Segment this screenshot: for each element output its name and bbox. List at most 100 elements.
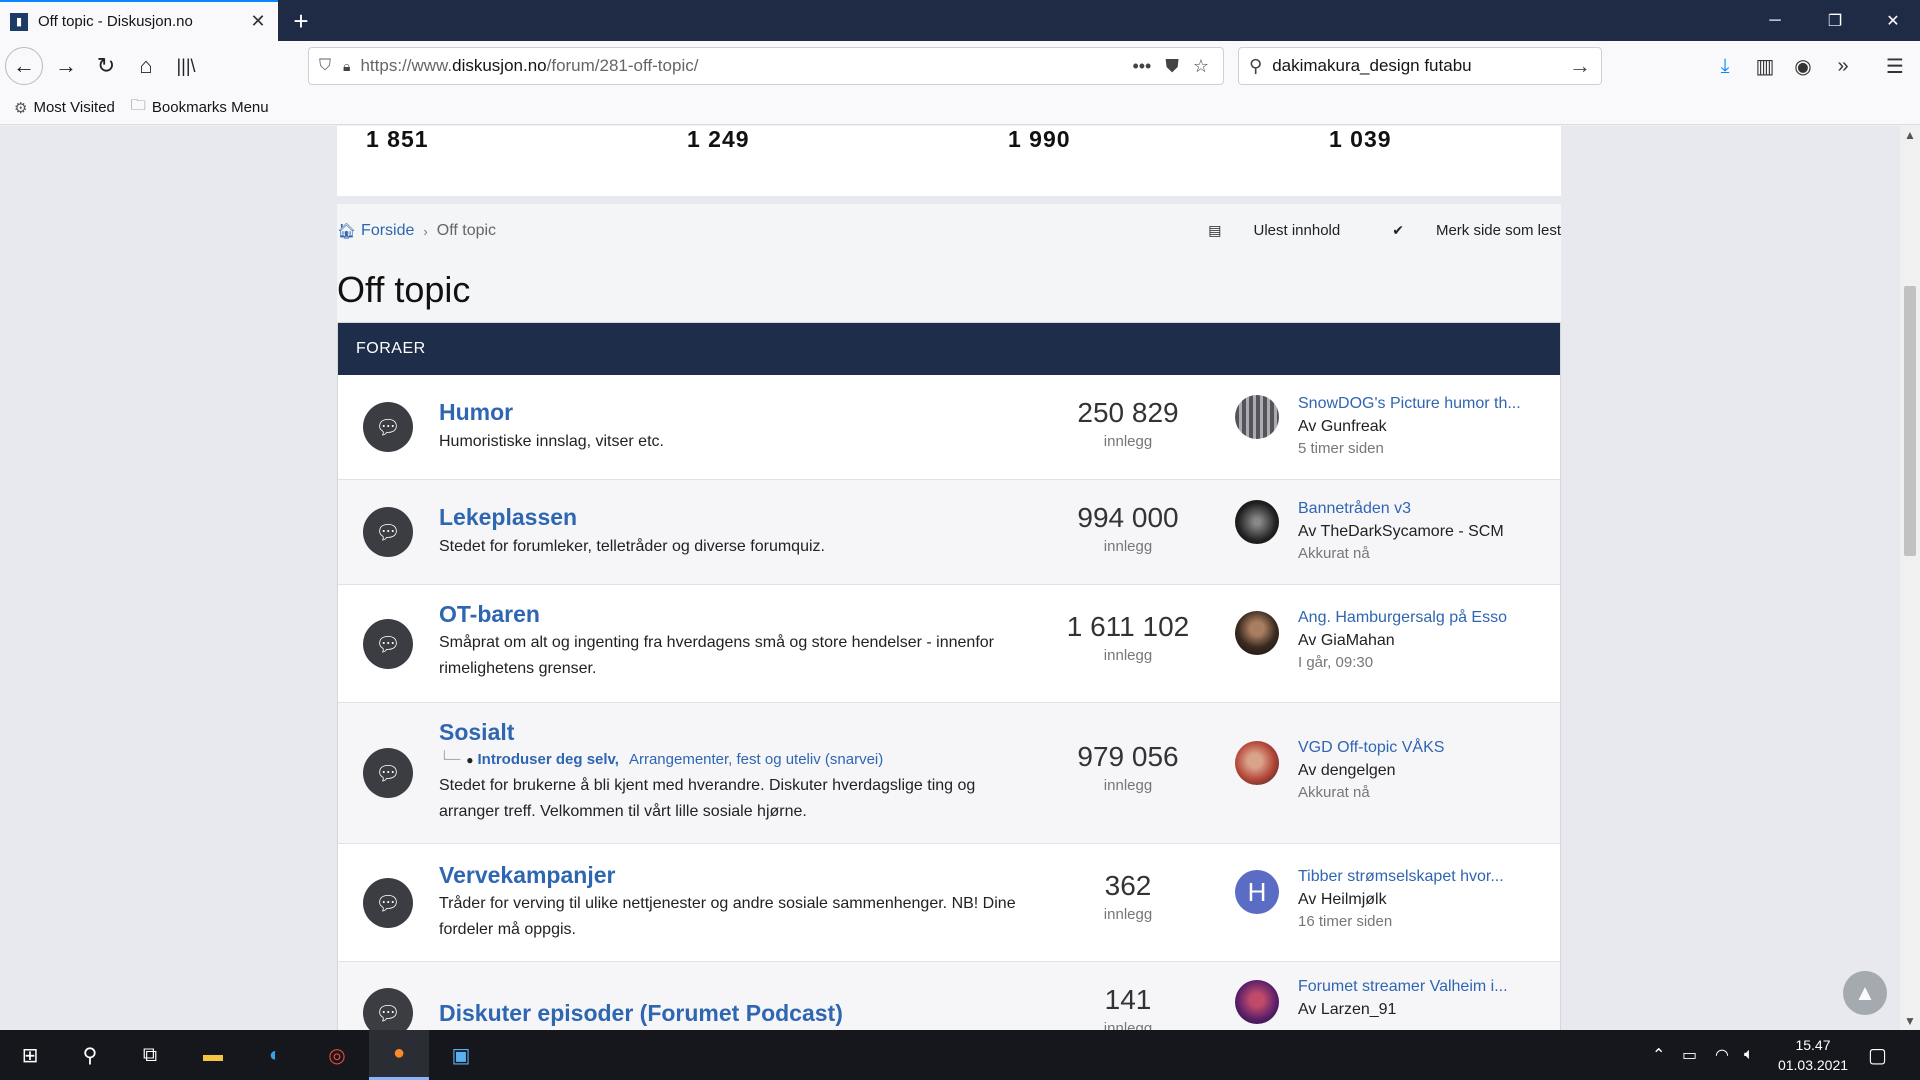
- search-bar[interactable]: ⚲ dakimakura_design futabu →: [1238, 47, 1602, 85]
- clock-date: 01.03.2021: [1777, 1057, 1849, 1073]
- url-text[interactable]: https://www.diskusjon.no/forum/281-off-t…: [360, 56, 1132, 76]
- pocket-icon[interactable]: ⛊: [1165, 56, 1179, 77]
- forward-button[interactable]: →: [48, 48, 84, 84]
- last-post-title-link[interactable]: Ang. Hamburgersalg på Esso: [1298, 609, 1507, 627]
- bookmark-bookmarks-menu[interactable]: 🗀 Bookmarks Menu: [131, 95, 269, 120]
- wifi-icon[interactable]: ◠: [1715, 1030, 1729, 1080]
- library-button[interactable]: |||\: [168, 48, 204, 84]
- last-post-title-link[interactable]: Bannetråden v3: [1298, 500, 1411, 518]
- restore-button[interactable]: ❐: [1806, 0, 1864, 41]
- forum-icon[interactable]: 💬︎: [363, 988, 413, 1030]
- volume-icon[interactable]: 🔈︎: [1744, 1030, 1754, 1080]
- scroll-down-icon[interactable]: ▼: [1900, 1014, 1920, 1028]
- last-post-author[interactable]: Av GiaMahan: [1298, 632, 1395, 650]
- reload-button[interactable]: ↻: [88, 48, 124, 84]
- last-post-author[interactable]: Av TheDarkSycamore - SCM: [1298, 523, 1504, 541]
- forum-name-link[interactable]: Humor: [439, 399, 513, 426]
- forum-name-link[interactable]: OT-baren: [439, 601, 540, 628]
- last-post-author[interactable]: Av dengelgen: [1298, 762, 1396, 780]
- last-post-author[interactable]: Av Gunfreak: [1298, 418, 1387, 436]
- photos-button[interactable]: ▣: [431, 1030, 491, 1080]
- chrome-button[interactable]: ◎: [307, 1030, 367, 1080]
- search-button[interactable]: ⚲: [60, 1030, 120, 1080]
- breadcrumb-home[interactable]: 🏠︎ Forside: [337, 222, 414, 240]
- unread-icon: ▤: [1208, 222, 1222, 238]
- page-title: Off topic: [337, 269, 471, 310]
- forum-container: 🏠︎ Forside › Off topic ▤ Ulest innhold ✔ M…: [337, 204, 1561, 1030]
- post-count-label: innlegg: [1103, 647, 1153, 664]
- forum-icon[interactable]: 💬︎: [363, 619, 413, 669]
- downloads-icon[interactable]: ⤓: [1708, 49, 1742, 83]
- page-actions-icon[interactable]: •••: [1132, 56, 1151, 77]
- forum-list-header: FORAER: [338, 323, 1560, 375]
- subforum-link[interactable]: Introduser deg selv,: [478, 751, 619, 768]
- last-post-date: Akkurat nå: [1298, 784, 1370, 801]
- unread-content-link[interactable]: ▤ Ulest innhold: [1182, 222, 1340, 239]
- forum-description: Stedet for brukerne å bli kjent med hver…: [439, 777, 976, 820]
- last-post-author[interactable]: Av Larzen_91: [1298, 1001, 1396, 1019]
- mark-read-link[interactable]: ✔ Merk side som lest: [1366, 222, 1561, 239]
- post-count-label: innlegg: [1103, 538, 1153, 555]
- forum-icon[interactable]: 💬︎: [363, 402, 413, 452]
- hamburger-menu-icon[interactable]: ☰: [1878, 49, 1912, 83]
- close-tab-icon[interactable]: ✕: [248, 11, 268, 32]
- new-tab-button[interactable]: +: [286, 6, 316, 36]
- account-icon[interactable]: ◉: [1786, 49, 1820, 83]
- minimize-button[interactable]: ─: [1746, 0, 1804, 41]
- last-post-author[interactable]: Av Heilmjølk: [1298, 891, 1387, 909]
- start-button[interactable]: ⊞: [0, 1030, 60, 1080]
- forum-icon[interactable]: 💬︎: [363, 748, 413, 798]
- forum-icon[interactable]: 💬︎: [363, 878, 413, 928]
- avatar[interactable]: [1235, 980, 1279, 1024]
- forum-name-link[interactable]: Diskuter episoder (Forumet Podcast): [439, 1000, 843, 1027]
- sidebar-icon[interactable]: ▥: [1748, 49, 1782, 83]
- address-bar[interactable]: ⛉ 🔒︎ https://www.diskusjon.no/forum/281-…: [308, 47, 1224, 85]
- edge-button[interactable]: ◐: [245, 1030, 305, 1080]
- search-input[interactable]: dakimakura_design futabu: [1272, 56, 1569, 76]
- forum-icon[interactable]: 💬︎: [363, 507, 413, 557]
- file-explorer-button[interactable]: ▬: [183, 1030, 243, 1080]
- browser-tab[interactable]: ▮ Off topic - Diskusjon.no ✕: [0, 0, 278, 41]
- last-post-title-link[interactable]: SnowDOG's Picture humor th...: [1298, 395, 1521, 413]
- check-icon: ✔: [1392, 222, 1404, 238]
- last-post-title-link[interactable]: Forumet streamer Valheim i...: [1298, 978, 1508, 996]
- breadcrumb-current[interactable]: Off topic: [437, 222, 496, 240]
- avatar[interactable]: H: [1235, 870, 1279, 914]
- post-count-label: innlegg: [1103, 906, 1153, 923]
- avatar[interactable]: [1235, 611, 1279, 655]
- forum-name-link[interactable]: Lekeplassen: [439, 504, 577, 531]
- notifications-icon[interactable]: ▢: [1868, 1030, 1887, 1080]
- task-view-button[interactable]: ⧉: [120, 1030, 180, 1080]
- bookmark-star-icon[interactable]: ☆: [1193, 56, 1209, 77]
- lock-icon[interactable]: 🔒︎: [343, 58, 350, 75]
- scrollbar-thumb[interactable]: [1904, 286, 1916, 556]
- firefox-button[interactable]: ●: [369, 1030, 429, 1080]
- search-go-icon[interactable]: →: [1569, 53, 1591, 79]
- last-post-title-link[interactable]: VGD Off-topic VÅKS: [1298, 739, 1444, 757]
- task-view-icon: ⧉: [142, 1043, 158, 1066]
- subforum-link[interactable]: Arrangementer, fest og uteliv (snarvei): [629, 751, 883, 768]
- clock[interactable]: 15.47 01.03.2021: [1768, 1035, 1858, 1075]
- back-button[interactable]: ←: [5, 47, 43, 85]
- avatar[interactable]: [1235, 741, 1279, 785]
- chevron-up-icon: ▲: [1854, 980, 1876, 1005]
- scroll-up-icon[interactable]: ▲: [1900, 128, 1920, 142]
- tab-title: Off topic - Diskusjon.no: [38, 13, 193, 30]
- avatar[interactable]: [1235, 395, 1279, 439]
- battery-icon[interactable]: ▭: [1682, 1030, 1697, 1080]
- overflow-menu-icon[interactable]: »: [1826, 49, 1860, 83]
- forum-name-link[interactable]: Sosialt: [439, 719, 514, 746]
- scroll-to-top-button[interactable]: ▲: [1843, 971, 1887, 1015]
- home-button[interactable]: ⌂: [128, 48, 164, 84]
- page-scrollbar[interactable]: ▲ ▼: [1900, 126, 1920, 1030]
- page-actions: ▤ Ulest innhold ✔ Merk side som lest: [1156, 222, 1561, 239]
- last-post-title-link[interactable]: Tibber strømselskapet hvor...: [1298, 868, 1504, 886]
- forum-row: 💬︎ Vervekampanjer Tråder for verving til…: [338, 844, 1560, 962]
- photos-icon: ▣: [451, 1044, 471, 1067]
- tracking-protection-icon[interactable]: ⛉: [319, 57, 331, 75]
- show-hidden-icons-button[interactable]: ⌃: [1652, 1030, 1665, 1080]
- avatar[interactable]: [1235, 500, 1279, 544]
- close-window-button[interactable]: ✕: [1864, 0, 1920, 41]
- forum-name-link[interactable]: Vervekampanjer: [439, 862, 615, 889]
- bookmark-most-visited[interactable]: ⚙ Most Visited: [14, 99, 115, 117]
